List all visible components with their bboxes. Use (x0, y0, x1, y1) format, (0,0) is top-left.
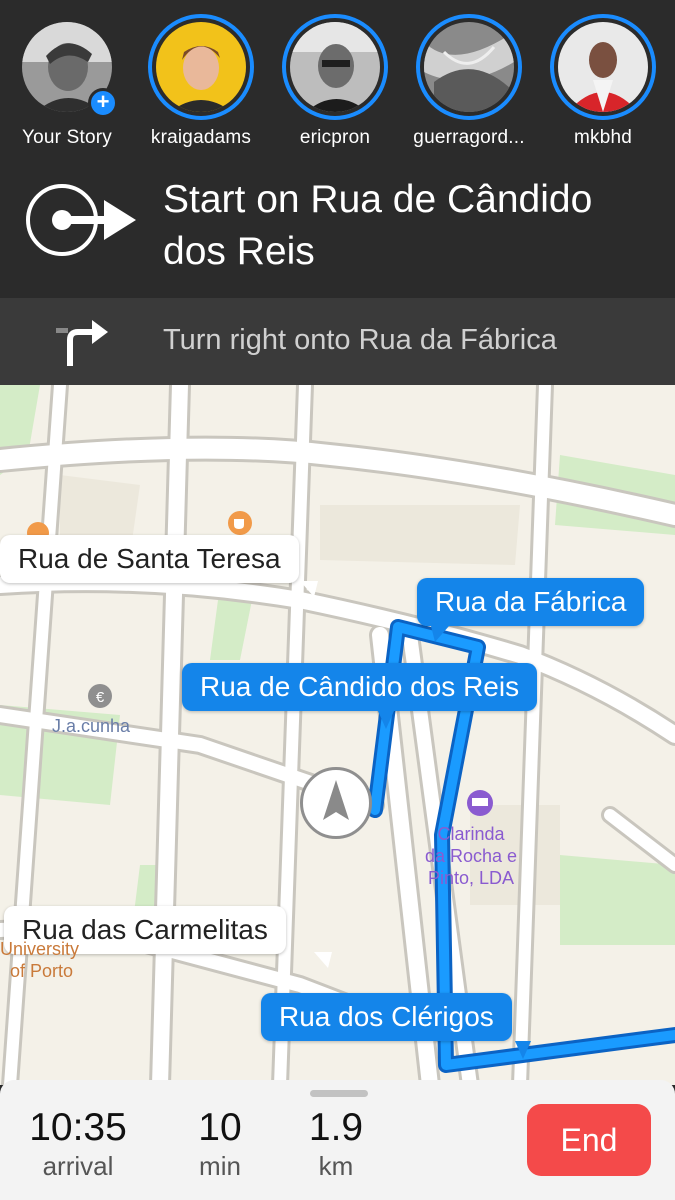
story-kraigadams[interactable]: kraigadams (134, 0, 268, 160)
story-name: ericpron (299, 127, 371, 148)
poi-university[interactable]: University of Porto (0, 938, 79, 982)
primary-maneuver-banner[interactable]: Start on Rua de Cândido dos Reis (0, 160, 675, 298)
poi-university-line2: of Porto (10, 961, 74, 981)
turn-right-icon (56, 320, 108, 366)
maps-navigation-screen: + Your Story kraigadams ericpron guerrag… (0, 0, 675, 1200)
end-button[interactable]: End (527, 1104, 651, 1176)
stories-bar: + Your Story kraigadams ericpron guerrag… (0, 0, 675, 160)
navigation-arrow-icon (323, 780, 349, 820)
current-location-marker[interactable] (300, 767, 372, 839)
start-arrow-icon (26, 184, 136, 256)
arrival-label: arrival (42, 1151, 114, 1181)
avatar (558, 22, 648, 112)
story-name: guerragord... (413, 127, 525, 148)
poi-university-line1: University (0, 939, 80, 959)
svg-text:€: € (96, 689, 105, 706)
story-your-story[interactable]: + Your Story (0, 0, 134, 160)
street-label-text: Rua da Fábrica (435, 586, 627, 617)
poi-jacunha[interactable]: J.a.cunha (52, 715, 130, 737)
duration-unit: min (199, 1151, 241, 1181)
story-ericpron[interactable]: ericpron (268, 0, 402, 160)
arrival-time: 10:35 (29, 1106, 127, 1149)
distance-stat: 1.9 km (294, 1106, 378, 1182)
street-label-text: Rua de Cândido dos Reis (200, 671, 520, 702)
duration-stat: 10 min (178, 1106, 262, 1182)
story-guerragordon[interactable]: guerragord... (402, 0, 536, 160)
avatar (290, 22, 380, 112)
map-view[interactable]: € Rua de Santa Teresa Rua da Fábrica Rua… (0, 385, 675, 1085)
street-label-santa-teresa[interactable]: Rua de Santa Teresa (0, 535, 318, 597)
secondary-maneuver-banner[interactable]: Turn right onto Rua da Fábrica (0, 298, 675, 385)
route-label-clerigos[interactable]: Rua dos Clérigos (261, 993, 531, 1059)
secondary-instruction: Turn right onto Rua da Fábrica (163, 324, 557, 356)
distance-unit: km (318, 1151, 354, 1181)
arrival-stat: 10:35 arrival (20, 1106, 136, 1182)
story-name: kraigadams (150, 127, 252, 148)
route-label-fabrica[interactable]: Rua da Fábrica (417, 578, 645, 642)
trip-summary-card[interactable]: 10:35 arrival 10 min 1.9 km End (0, 1080, 675, 1200)
drag-handle[interactable] (310, 1090, 368, 1097)
story-mkbhd[interactable]: mkbhd (536, 0, 670, 160)
duration-value: 10 (198, 1106, 242, 1149)
street-label-text: Rua dos Clérigos (279, 1001, 494, 1032)
route-label-candido-reis[interactable]: Rua de Cândido dos Reis (182, 663, 538, 729)
avatar (156, 22, 246, 112)
street-label-text: Rua de Santa Teresa (18, 543, 281, 574)
story-name: mkbhd (573, 127, 633, 148)
primary-instruction: Start on Rua de Cândido dos Reis (163, 178, 593, 273)
add-story-plus-icon[interactable]: + (88, 88, 118, 118)
distance-value: 1.9 (308, 1106, 364, 1149)
poi-clarinda[interactable]: Clarinda da Rocha e Pinto, LDA (425, 823, 517, 889)
story-name: Your Story (21, 127, 112, 148)
avatar (424, 22, 514, 112)
